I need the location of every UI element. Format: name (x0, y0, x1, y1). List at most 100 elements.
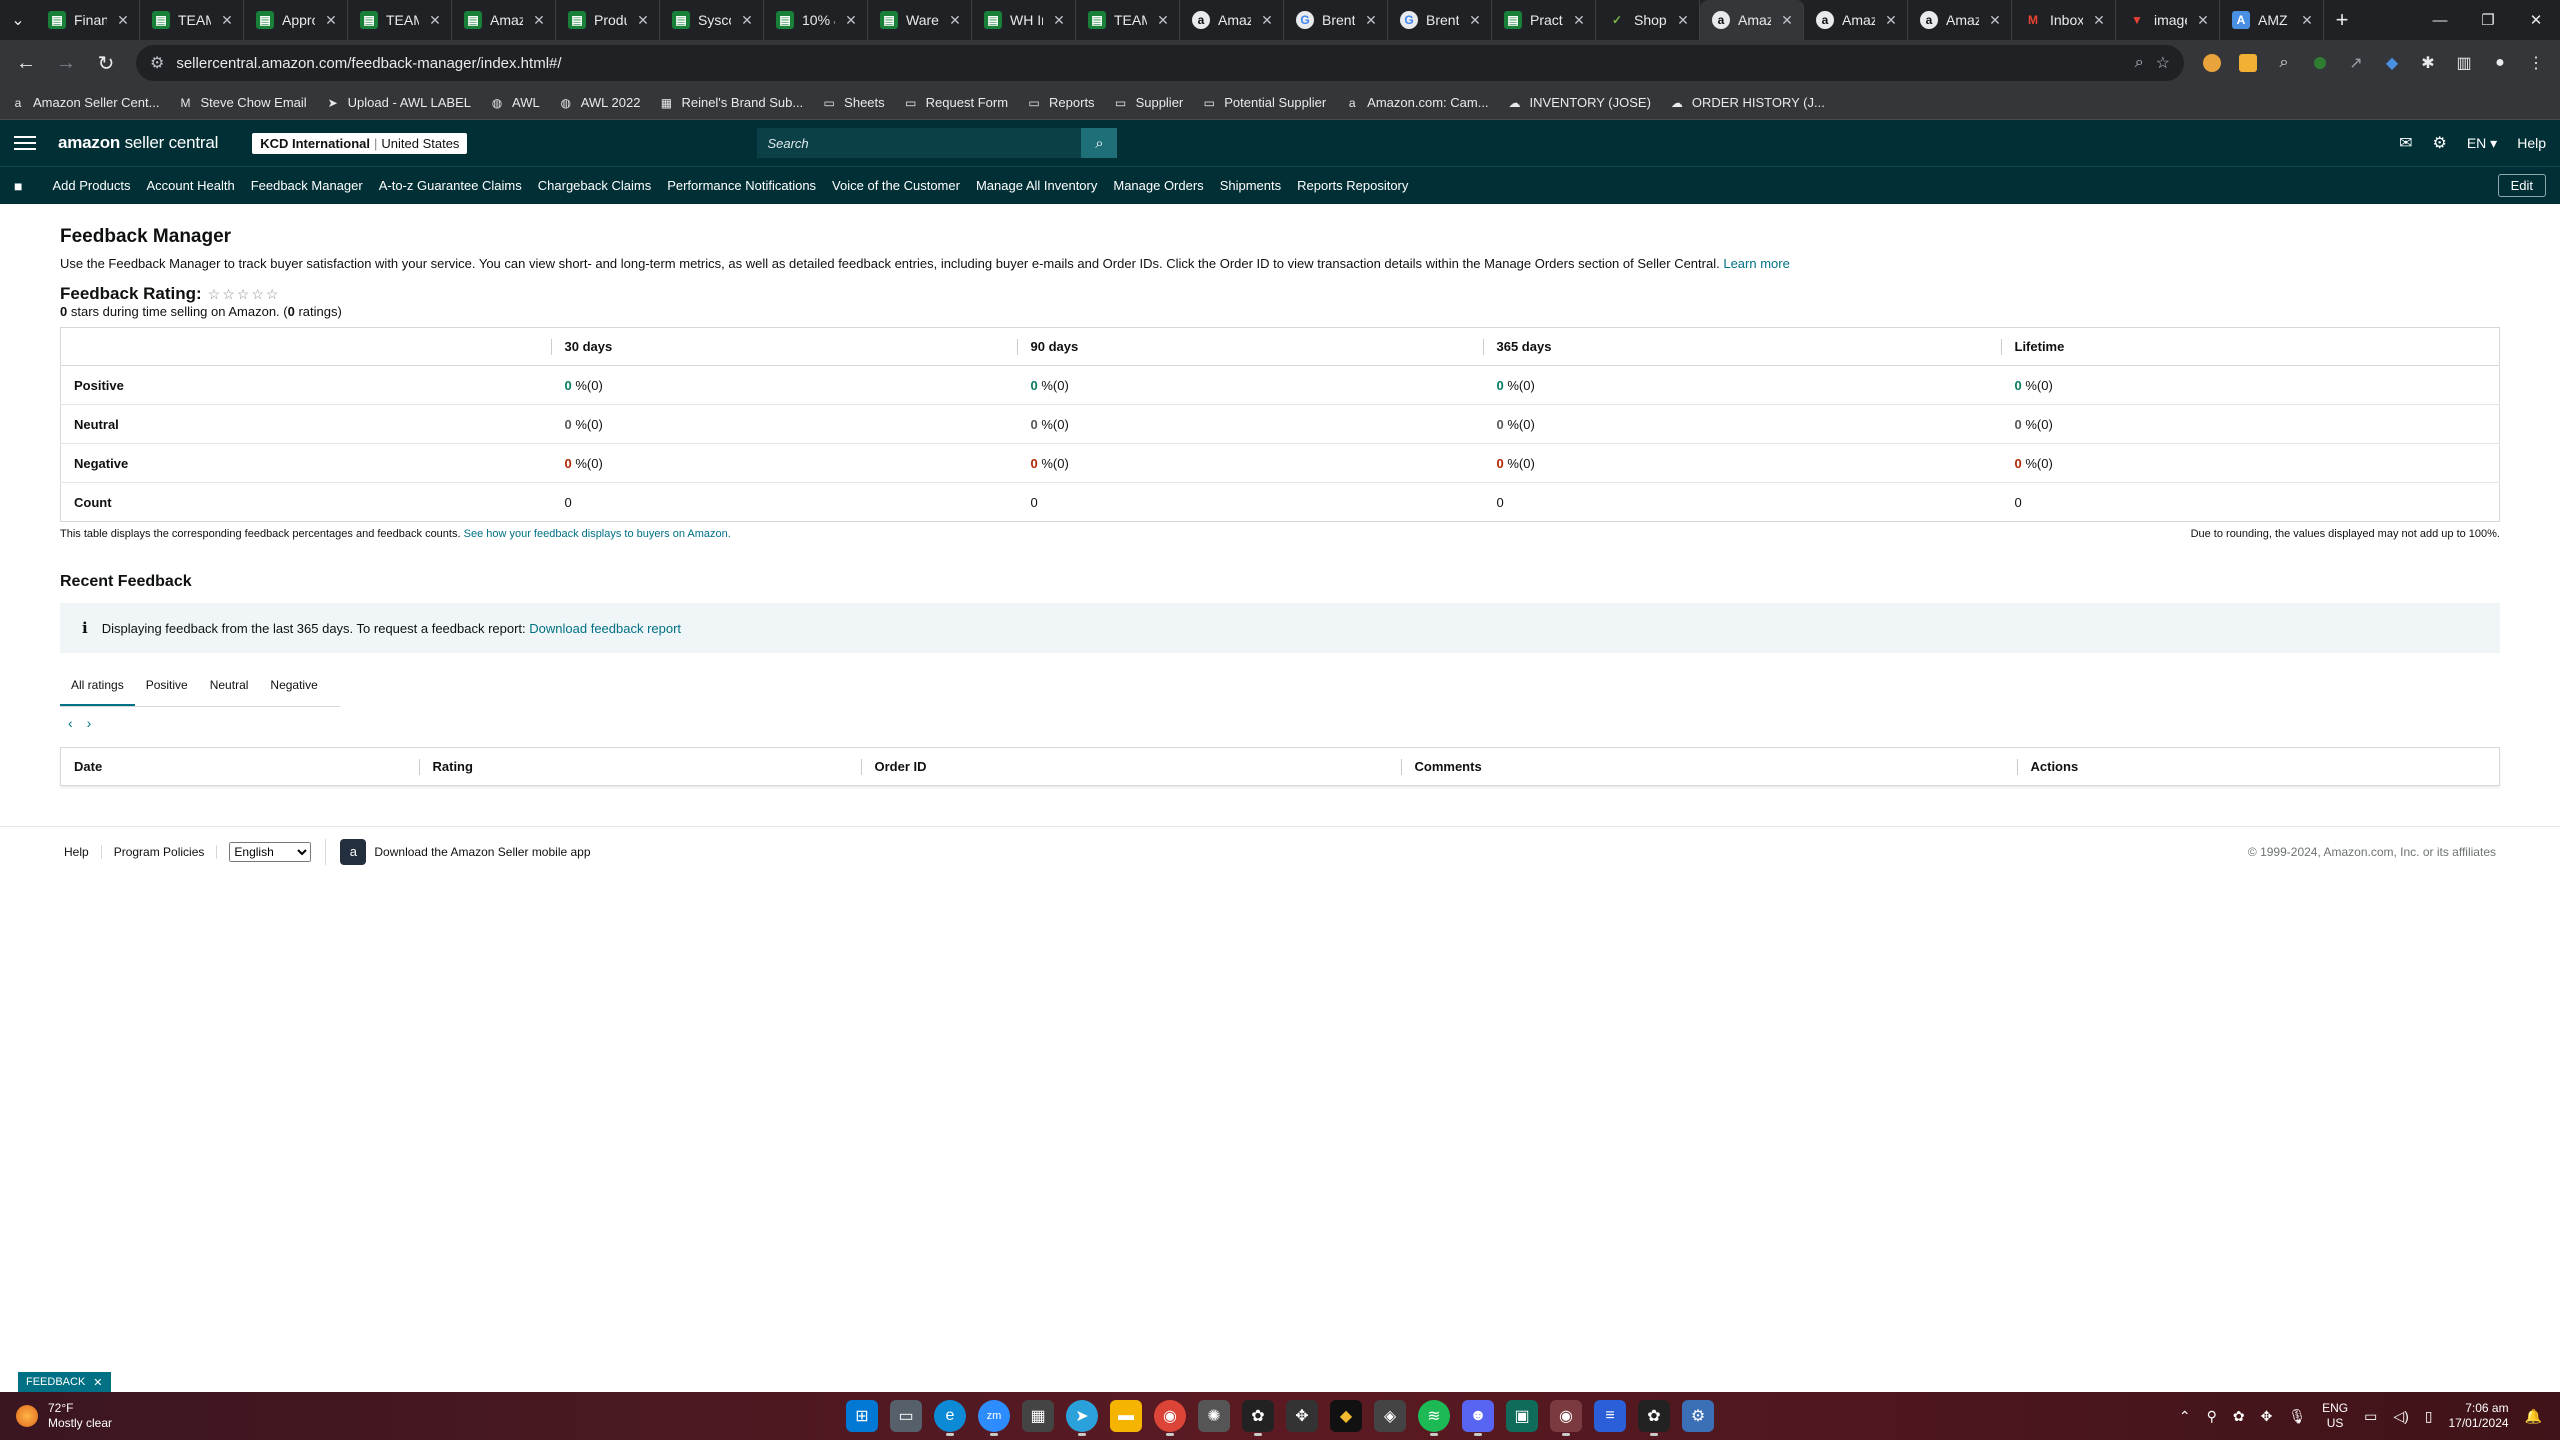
mail-icon[interactable]: ✉ (2399, 133, 2412, 153)
volume-icon[interactable]: ◁) (2393, 1408, 2408, 1425)
close-tab-icon[interactable]: ✕ (1363, 12, 1379, 29)
settings-gear-icon[interactable]: ⚙ (2432, 133, 2446, 153)
notifications-bell-icon[interactable]: 🔔 (2525, 1408, 2542, 1425)
chatgpt-icon[interactable]: ✿ (1242, 1400, 1274, 1436)
next-page-icon[interactable]: › (87, 715, 92, 731)
close-tab-icon[interactable]: ✕ (1155, 12, 1171, 29)
close-tab-icon[interactable]: ✕ (1675, 12, 1691, 29)
bookmark-item[interactable]: ▭ Sheets (821, 95, 885, 111)
shield-app-icon[interactable]: ◈ (1374, 1400, 1406, 1432)
extension-blue-icon[interactable]: ◆ (2376, 47, 2408, 79)
spotify-icon[interactable]: ≋ (1418, 1400, 1450, 1436)
seller-app-download[interactable]: a Download the Amazon Seller mobile app (325, 838, 591, 865)
zoom-icon[interactable]: ⌕ (2135, 54, 2144, 72)
close-tab-icon[interactable]: ✕ (947, 12, 963, 29)
edit-nav-button[interactable]: Edit (2497, 174, 2546, 197)
extension-chrome-icon[interactable] (2196, 47, 2228, 79)
column-header-order-id[interactable]: Order ID (860, 748, 1401, 786)
hamburger-menu-icon[interactable] (14, 136, 36, 150)
pinwheel-app-icon[interactable]: ✥ (1286, 1400, 1318, 1432)
binance-icon[interactable]: ◆ (1330, 1400, 1362, 1432)
close-tab-icon[interactable]: ✕ (2299, 12, 2315, 29)
nav-reports-repository[interactable]: Reports Repository (1297, 178, 1408, 193)
extensions-puzzle-icon[interactable]: ✱ (2412, 47, 2444, 79)
language-selector[interactable]: EN ▾ (2467, 135, 2497, 152)
chrome-icon[interactable]: ◉ (1154, 1400, 1186, 1436)
browser-tab[interactable]: a Amaz ✕ (1908, 0, 2012, 40)
nav-add-products[interactable]: Add Products (52, 178, 130, 193)
close-tab-icon[interactable]: ✕ (1467, 12, 1483, 29)
browser-menu-icon[interactable]: ⋮ (2520, 47, 2552, 79)
close-tab-icon[interactable]: ✕ (1883, 12, 1899, 29)
previous-page-icon[interactable]: ‹ (68, 715, 73, 731)
task-view-icon[interactable]: ▭ (890, 1400, 922, 1432)
nav-feedback-manager[interactable]: Feedback Manager (251, 178, 363, 193)
bookmark-item[interactable]: ▭ Potential Supplier (1201, 95, 1327, 111)
nav-voice-of-the-customer[interactable]: Voice of the Customer (832, 178, 960, 193)
amazon-seller-central-logo[interactable]: amazon seller central (58, 133, 218, 153)
discord-icon[interactable]: ☻ (1462, 1400, 1494, 1436)
close-tab-icon[interactable]: ✕ (531, 12, 547, 29)
browser-tab[interactable]: ▤ Wareh ✕ (868, 0, 972, 40)
bookmark-item[interactable]: ▭ Reports (1026, 95, 1094, 111)
chrome-active-icon[interactable]: ◉ (1550, 1400, 1582, 1436)
program-policies-link[interactable]: Program Policies (102, 844, 218, 859)
bookmark-item[interactable]: a Amazon.com: Cam... (1344, 95, 1489, 111)
close-tab-icon[interactable]: ✕ (115, 12, 131, 29)
terminal-app-icon[interactable]: ▣ (1506, 1400, 1538, 1432)
column-header-comments[interactable]: Comments (1400, 748, 2017, 786)
browser-tab[interactable]: ▤ Amaz ✕ (452, 0, 556, 40)
column-header-rating[interactable]: Rating (418, 748, 861, 786)
tab-neutral[interactable]: Neutral (199, 667, 260, 706)
extension-arrow-icon[interactable]: ↗ (2340, 47, 2372, 79)
browser-tab[interactable]: ▤ TEAM ✕ (1076, 0, 1180, 40)
pinwheel-tray-icon[interactable]: ✥ (2261, 1408, 2273, 1425)
feedback-button[interactable]: FEEDBACK ✕ (18, 1372, 111, 1392)
footer-language-select[interactable]: English (229, 841, 312, 862)
browser-tab[interactable]: M Inbox ✕ (2012, 0, 2116, 40)
close-tab-icon[interactable]: ✕ (2195, 12, 2211, 29)
reload-icon[interactable]: ↻ (88, 45, 124, 81)
extension-search-icon[interactable]: ⌕ (2268, 47, 2300, 79)
extension-green-icon[interactable] (2304, 47, 2336, 79)
browser-tab[interactable]: ▤ Produ ✕ (556, 0, 660, 40)
account-switcher[interactable]: KCD International | United States (252, 132, 468, 154)
address-bar[interactable]: ⚙ sellercentral.amazon.com/feedback-mana… (136, 45, 2184, 81)
tab-negative[interactable]: Negative (259, 667, 328, 706)
tray-chevron-icon[interactable]: ⌃ (2179, 1408, 2191, 1425)
close-tab-icon[interactable]: ✕ (2091, 12, 2107, 29)
browser-tab[interactable]: ✓ Shop ✕ (1596, 0, 1700, 40)
nav-manage-all-inventory[interactable]: Manage All Inventory (976, 178, 1097, 193)
bookmark-item[interactable]: ◍ AWL 2022 (558, 95, 640, 111)
network-icon[interactable]: ▭ (2364, 1408, 2377, 1425)
nav-performance-notifications[interactable]: Performance Notifications (667, 178, 816, 193)
browser-tab[interactable]: a Amaz ✕ (1804, 0, 1908, 40)
close-tab-icon[interactable]: ✕ (1571, 12, 1587, 29)
microphone-icon[interactable]: 🎙 (2288, 1408, 2306, 1425)
close-tab-icon[interactable]: ✕ (427, 12, 443, 29)
back-icon[interactable]: ← (8, 45, 44, 81)
clock[interactable]: 7:06 am 17/01/2024 (2449, 1401, 2509, 1431)
close-tab-icon[interactable]: ✕ (1259, 12, 1275, 29)
browser-tab[interactable]: a Amaz ✕ (1700, 0, 1804, 40)
search-icon[interactable]: ⌕ (1081, 128, 1118, 158)
tab-positive[interactable]: Positive (135, 667, 199, 706)
browser-tab[interactable]: ▤ Appro ✕ (244, 0, 348, 40)
close-tab-icon[interactable]: ✕ (219, 12, 235, 29)
battery-icon[interactable]: ▯ (2425, 1408, 2433, 1425)
browser-tab[interactable]: ▤ WH In ✕ (972, 0, 1076, 40)
minimize-icon[interactable]: — (2416, 0, 2464, 40)
close-tab-icon[interactable]: ✕ (739, 12, 755, 29)
footer-help-link[interactable]: Help (64, 844, 102, 859)
close-tab-icon[interactable]: ✕ (635, 12, 651, 29)
side-panel-icon[interactable]: ▥ (2448, 47, 2480, 79)
browser-tab[interactable]: ▤ Sysco ✕ (660, 0, 764, 40)
close-tab-icon[interactable]: ✕ (323, 12, 339, 29)
profile-icon[interactable]: ● (2484, 47, 2516, 79)
bookmark-item[interactable]: ▭ Request Form (903, 95, 1008, 111)
weather-widget[interactable]: 72°F Mostly clear (0, 1401, 112, 1431)
edge-icon[interactable]: e (934, 1400, 966, 1436)
nav-chargeback-claims[interactable]: Chargeback Claims (538, 178, 651, 193)
browser-tab[interactable]: G Brent ✕ (1284, 0, 1388, 40)
close-tab-icon[interactable]: ✕ (1051, 12, 1067, 29)
